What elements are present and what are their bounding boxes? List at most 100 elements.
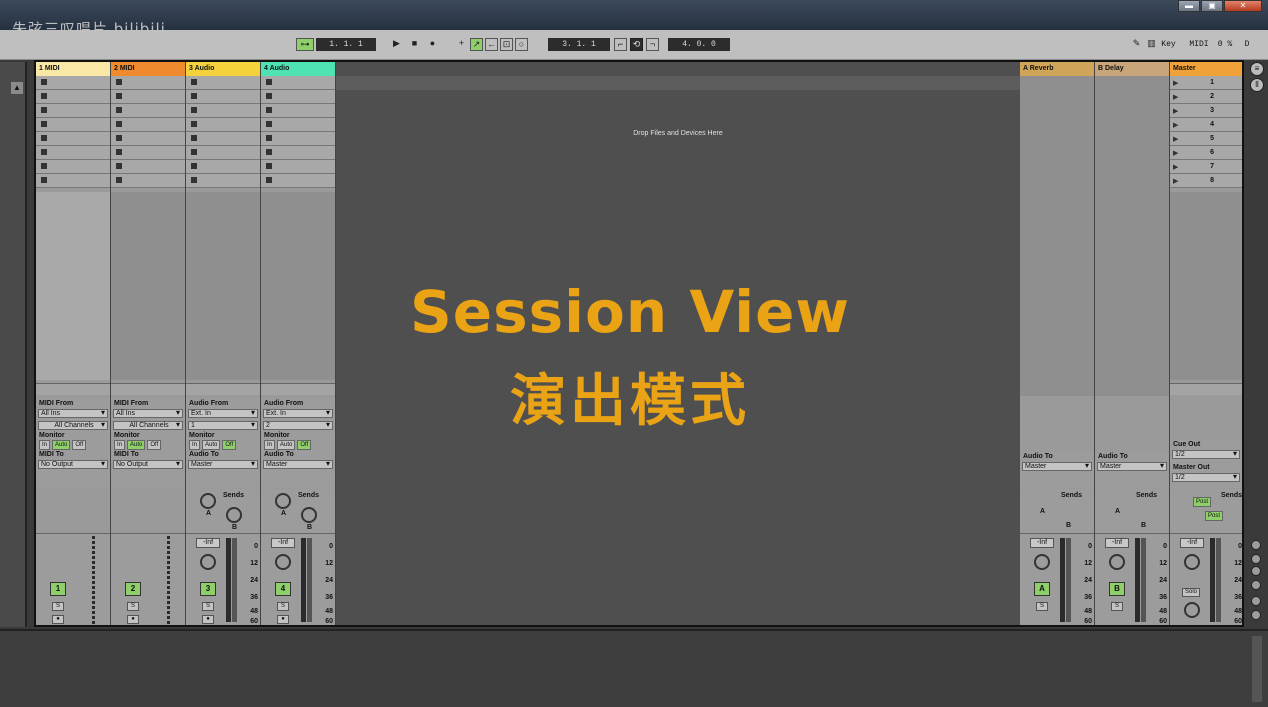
- output-select[interactable]: Master: [188, 460, 258, 469]
- monitor-in[interactable]: In: [264, 440, 276, 450]
- monitor-off[interactable]: Off: [72, 440, 87, 450]
- scene-play-icon[interactable]: ▶: [1173, 121, 1178, 129]
- scroll-up-icon[interactable]: ▲: [11, 82, 23, 94]
- io-toggle-icon[interactable]: [1251, 540, 1261, 550]
- send-a-knob[interactable]: [275, 493, 291, 509]
- track-activator[interactable]: 2: [125, 582, 141, 596]
- output-select[interactable]: Master: [1022, 462, 1092, 471]
- clip-stop-icon[interactable]: [116, 79, 122, 85]
- clip-slot[interactable]: [111, 174, 185, 188]
- stop-clips-button[interactable]: [111, 383, 185, 395]
- input-type-select[interactable]: All Ins: [113, 409, 183, 418]
- solo-button[interactable]: S: [127, 602, 139, 611]
- scene-play-icon[interactable]: ▶: [1173, 177, 1178, 185]
- clip-stop-icon[interactable]: [41, 79, 47, 85]
- clip-stop-icon[interactable]: [191, 107, 197, 113]
- clip-stop-icon[interactable]: [191, 149, 197, 155]
- session-view-icon[interactable]: ≡: [1250, 62, 1264, 76]
- pan-knob[interactable]: [1034, 554, 1050, 570]
- clip-slot[interactable]: [261, 146, 335, 160]
- solo-button[interactable]: S: [277, 602, 289, 611]
- cue-out-select[interactable]: 1/2: [1172, 450, 1240, 459]
- clip-stop-icon[interactable]: [116, 163, 122, 169]
- track-activator[interactable]: A: [1034, 582, 1050, 596]
- volume-field[interactable]: -Inf: [271, 538, 295, 548]
- clip-slot[interactable]: [111, 104, 185, 118]
- scene-launch[interactable]: ▶ 8: [1170, 174, 1242, 188]
- output-select[interactable]: No Output: [38, 460, 108, 469]
- pan-knob[interactable]: [275, 554, 291, 570]
- clip-slot[interactable]: [186, 174, 260, 188]
- scene-launch[interactable]: ▶ 5: [1170, 132, 1242, 146]
- scene-play-icon[interactable]: ▶: [1173, 107, 1178, 115]
- clip-slot[interactable]: [36, 174, 110, 188]
- monitor-in[interactable]: In: [189, 440, 201, 450]
- solo-button[interactable]: S: [1111, 602, 1123, 611]
- scene-launch[interactable]: ▶ 1: [1170, 76, 1242, 90]
- overdub-icon[interactable]: +: [455, 38, 468, 51]
- monitor-off[interactable]: Off: [297, 440, 312, 450]
- clip-slot[interactable]: [186, 76, 260, 90]
- clip-slot[interactable]: [261, 132, 335, 146]
- monitor-in[interactable]: In: [114, 440, 126, 450]
- capture-icon[interactable]: ⊡: [500, 38, 513, 51]
- clip-stop-icon[interactable]: [116, 149, 122, 155]
- track-title[interactable]: 2 MIDI: [111, 62, 185, 76]
- track-title[interactable]: 3 Audio: [186, 62, 260, 76]
- arm-icon[interactable]: ●: [202, 615, 214, 624]
- stop-clips-button[interactable]: [261, 383, 335, 395]
- arm-icon[interactable]: ●: [127, 615, 139, 624]
- draw-mode-icon[interactable]: ✎: [1130, 38, 1143, 51]
- clip-slot[interactable]: [111, 132, 185, 146]
- scene-play-icon[interactable]: ▶: [1173, 149, 1178, 157]
- session-record-icon[interactable]: ○: [515, 38, 528, 51]
- arrangement-view-icon[interactable]: ⦀: [1250, 78, 1264, 92]
- output-select[interactable]: No Output: [113, 460, 183, 469]
- track-activator[interactable]: 4: [275, 582, 291, 596]
- track-activator[interactable]: 1: [50, 582, 66, 596]
- stop-clips-button[interactable]: [36, 383, 110, 395]
- close-button[interactable]: ✕: [1224, 0, 1262, 12]
- scene-launch[interactable]: ▶ 2: [1170, 90, 1242, 104]
- maximize-button[interactable]: ▣: [1201, 0, 1223, 12]
- clip-stop-icon[interactable]: [41, 93, 47, 99]
- clip-stop-icon[interactable]: [116, 177, 122, 183]
- solo-button[interactable]: S: [202, 602, 214, 611]
- clip-stop-icon[interactable]: [266, 79, 272, 85]
- pan-knob[interactable]: [1184, 554, 1200, 570]
- key-map-button[interactable]: Key: [1160, 38, 1177, 51]
- clip-stop-icon[interactable]: [191, 163, 197, 169]
- track-activator[interactable]: 3: [200, 582, 216, 596]
- scene-play-icon[interactable]: ▶: [1173, 135, 1178, 143]
- loop-length[interactable]: 4. 0. 0: [668, 38, 730, 51]
- send-b-knob[interactable]: [226, 507, 242, 523]
- arm-icon[interactable]: ●: [52, 615, 64, 624]
- input-channel-select[interactable]: All Channels: [38, 421, 108, 430]
- pan-knob[interactable]: [1109, 554, 1125, 570]
- clip-slot[interactable]: [186, 160, 260, 174]
- track-activator[interactable]: B: [1109, 582, 1125, 596]
- monitor-auto[interactable]: Auto: [202, 440, 221, 450]
- clip-slot[interactable]: [186, 132, 260, 146]
- stop-clips-button[interactable]: [186, 383, 260, 395]
- clip-slot[interactable]: [186, 146, 260, 160]
- clip-stop-icon[interactable]: [266, 135, 272, 141]
- returns-toggle-icon[interactable]: [1251, 566, 1261, 576]
- clip-slot[interactable]: [36, 76, 110, 90]
- clip-slot[interactable]: [261, 90, 335, 104]
- monitor-auto[interactable]: Auto: [127, 440, 146, 450]
- volume-field[interactable]: -Inf: [1105, 538, 1129, 548]
- volume-field[interactable]: -Inf: [1030, 538, 1054, 548]
- input-channel-select[interactable]: All Channels: [113, 421, 183, 430]
- clip-slot[interactable]: [36, 104, 110, 118]
- track-title[interactable]: 1 MIDI: [36, 62, 110, 76]
- play-icon[interactable]: ▶: [390, 38, 403, 51]
- clip-slot[interactable]: [111, 160, 185, 174]
- minimize-button[interactable]: ▬: [1178, 0, 1200, 12]
- clip-stop-icon[interactable]: [191, 79, 197, 85]
- stop-all-clips-button[interactable]: [1170, 383, 1242, 395]
- clip-slot[interactable]: [261, 76, 335, 90]
- clip-stop-icon[interactable]: [116, 135, 122, 141]
- master-out-select[interactable]: 1/2: [1172, 473, 1240, 482]
- monitor-off[interactable]: Off: [222, 440, 237, 450]
